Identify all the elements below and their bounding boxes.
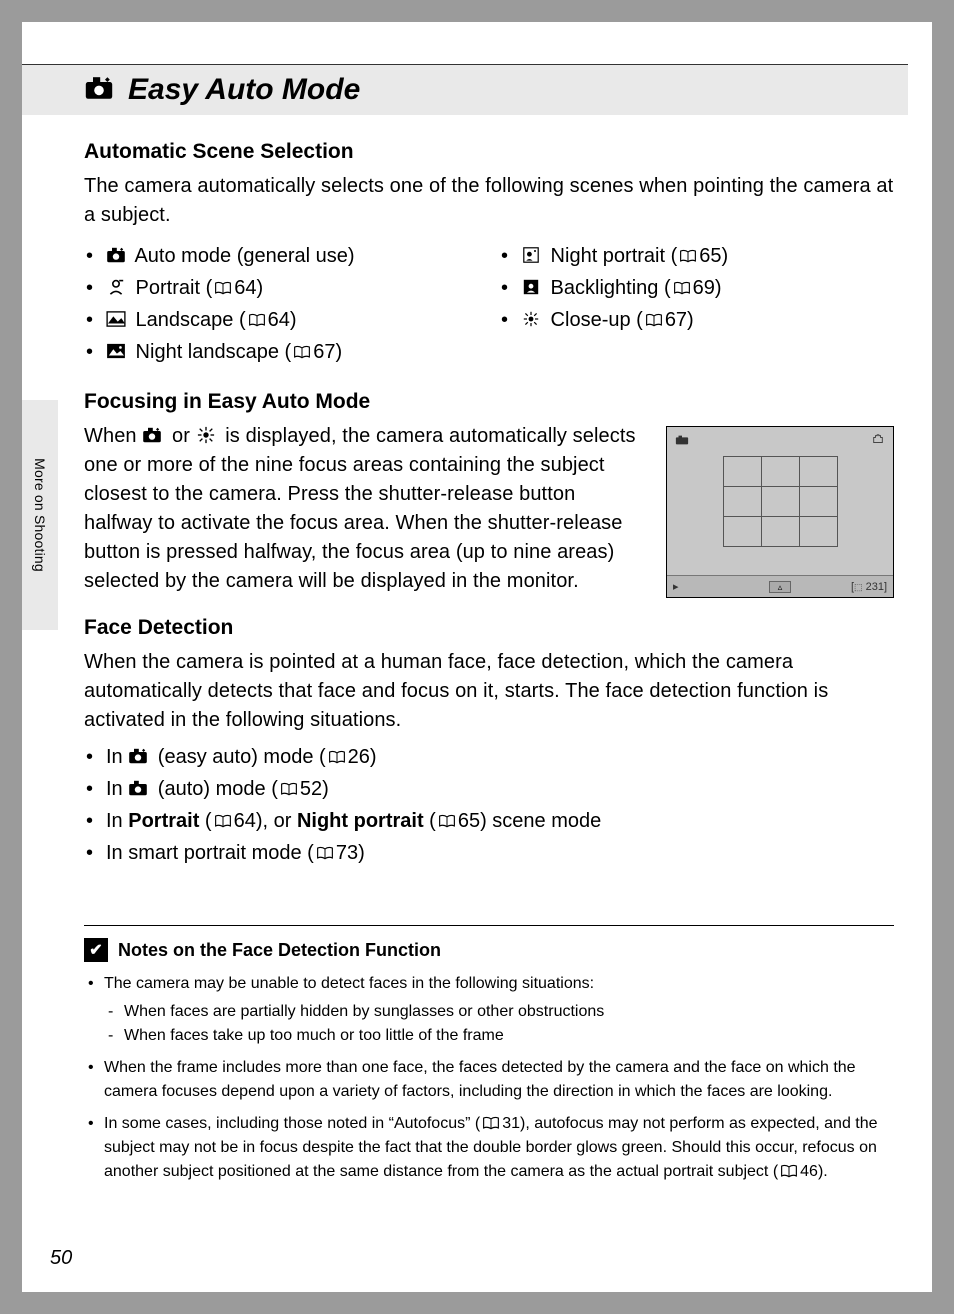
face-detection-intro: When the camera is pointed at a human fa… — [84, 648, 894, 735]
diagram-counter: [⬚ 231] — [851, 581, 887, 593]
page-ref-icon — [482, 1116, 500, 1130]
face-detection-item: In Portrait (64), or Night portrait (65)… — [84, 805, 894, 837]
page-ref-icon — [248, 313, 266, 327]
face-detection-item: In smart portrait mode (73) — [84, 837, 894, 869]
focus-area-diagram: ▸ [⬚ 231] ▵ — [666, 426, 894, 598]
camera-heart-icon — [142, 427, 162, 443]
check-icon: ✔ — [84, 938, 108, 962]
page-title-band: Easy Auto Mode — [22, 65, 908, 115]
camera-heart-icon — [106, 247, 126, 263]
notes-heading: Notes on the Face Detection Function — [118, 940, 441, 961]
page-ref-icon — [328, 750, 346, 764]
focusing-text: When or is displayed, the camera automat… — [84, 422, 640, 596]
diagram-camera-icon — [675, 433, 689, 445]
manual-page: Easy Auto Mode More on Shooting Automati… — [22, 22, 932, 1292]
section-tab: More on Shooting — [22, 400, 58, 630]
face-detection-item: In (easy auto) mode (26) — [84, 741, 894, 773]
page-ref-icon — [280, 782, 298, 796]
night-portrait-icon — [521, 247, 541, 263]
heading-focusing: Focusing in Easy Auto Mode — [84, 390, 894, 414]
page-ref-icon — [645, 313, 663, 327]
scene-item: Night portrait (65) — [499, 240, 728, 272]
page-title: Easy Auto Mode — [128, 73, 360, 107]
easy-auto-icon — [84, 76, 114, 100]
scene-item: Landscape (64) — [84, 304, 439, 336]
backlighting-icon — [521, 279, 541, 295]
scene-item: Auto mode (general use) — [84, 240, 439, 272]
page-ref-icon — [673, 281, 691, 295]
page-ref-icon — [679, 249, 697, 263]
portrait-icon — [106, 279, 126, 295]
night-landscape-icon — [106, 343, 126, 359]
camera-heart-icon — [128, 748, 148, 764]
note-sub-item: When faces take up too much or too littl… — [104, 1024, 894, 1048]
diagram-up-icon: ▵ — [769, 581, 791, 593]
diagram-play-icon: ▸ — [673, 580, 679, 593]
landscape-icon — [106, 311, 126, 327]
page-ref-icon — [438, 814, 456, 828]
scene-item: Backlighting (69) — [499, 272, 728, 304]
notes-section: ✔ Notes on the Face Detection Function T… — [84, 925, 894, 1184]
face-detection-list: In (easy auto) mode (26)In (auto) mode (… — [84, 741, 894, 869]
scene-item: Night landscape (67) — [84, 336, 439, 368]
diagram-hand-icon — [871, 433, 885, 445]
face-detection-item: In (auto) mode (52) — [84, 773, 894, 805]
page-ref-icon — [214, 281, 232, 295]
page-ref-icon — [316, 846, 334, 860]
note-item: When the frame includes more than one fa… — [84, 1056, 894, 1104]
page-ref-icon — [780, 1164, 798, 1178]
scene-list: Auto mode (general use) Portrait (64) La… — [84, 240, 894, 368]
camera-icon — [128, 780, 148, 796]
scene-item: Close-up (67) — [499, 304, 728, 336]
section-tab-label: More on Shooting — [32, 458, 48, 572]
note-item: In some cases, including those noted in … — [84, 1112, 894, 1184]
page-ref-icon — [214, 814, 232, 828]
close-up-icon — [196, 427, 216, 443]
note-sub-item: When faces are partially hidden by sungl… — [104, 1000, 894, 1024]
page-ref-icon — [293, 345, 311, 359]
content-area: Automatic Scene Selection The camera aut… — [84, 126, 894, 1192]
heading-scene-selection: Automatic Scene Selection — [84, 140, 894, 164]
scene-intro: The camera automatically selects one of … — [84, 172, 894, 230]
note-item: The camera may be unable to detect faces… — [84, 972, 894, 1048]
close-up-icon — [521, 311, 541, 327]
page-number: 50 — [50, 1247, 72, 1270]
heading-face-detection: Face Detection — [84, 616, 894, 640]
scene-item: Portrait (64) — [84, 272, 439, 304]
